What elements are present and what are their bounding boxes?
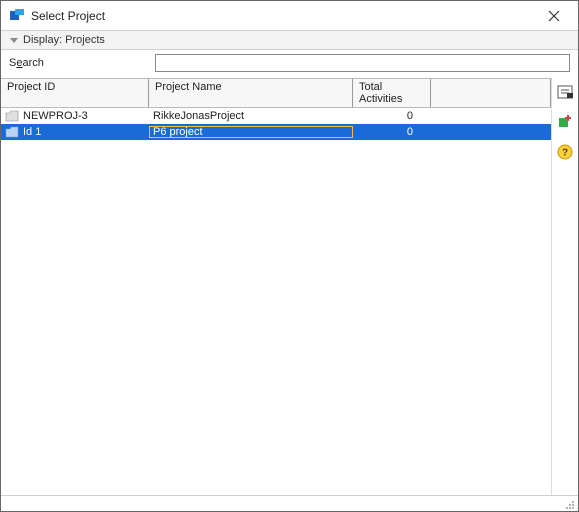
statusbar xyxy=(1,495,578,511)
search-input[interactable] xyxy=(155,54,570,72)
search-row: Search xyxy=(1,50,578,78)
project-grid: Project ID Project Name Total Activities… xyxy=(1,78,552,495)
cell-project-name: P6 project xyxy=(149,126,353,138)
cell-project-name: RikkeJonasProject xyxy=(149,110,353,122)
column-header-name[interactable]: Project Name xyxy=(149,79,353,107)
folder-icon xyxy=(5,126,19,138)
resize-grip[interactable] xyxy=(562,497,576,511)
display-label: Display: Projects xyxy=(23,34,105,46)
cell-text: 0 xyxy=(407,110,413,122)
help-icon: ? xyxy=(556,143,574,161)
table-row[interactable]: Id 1 P6 project 0 xyxy=(1,124,551,140)
select-icon xyxy=(556,83,574,101)
grid-header: Project ID Project Name Total Activities xyxy=(1,78,551,108)
grid-body: NEWPROJ-3 RikkeJonasProject 0 xyxy=(1,108,551,495)
select-button[interactable] xyxy=(555,82,575,102)
display-bar[interactable]: Display: Projects xyxy=(1,31,578,50)
close-button[interactable] xyxy=(536,4,572,28)
add-icon xyxy=(556,113,574,131)
cell-text: RikkeJonasProject xyxy=(153,110,244,122)
app-icon xyxy=(9,8,25,24)
window-title: Select Project xyxy=(31,9,536,23)
close-icon xyxy=(548,10,560,22)
cell-project-id: NEWPROJ-3 xyxy=(1,110,149,122)
search-label: Search xyxy=(9,57,149,69)
column-header-id[interactable]: Project ID xyxy=(1,79,149,107)
cell-text: Id 1 xyxy=(23,126,41,138)
folder-icon xyxy=(5,110,19,122)
svg-text:?: ? xyxy=(562,148,568,159)
chevron-down-icon xyxy=(9,35,19,45)
cell-text: P6 project xyxy=(153,126,203,138)
cell-activities: 0 xyxy=(353,110,431,122)
side-toolbar: ? xyxy=(552,78,578,495)
content-area: Project ID Project Name Total Activities… xyxy=(1,78,578,495)
add-button[interactable] xyxy=(555,112,575,132)
column-header-activities[interactable]: Total Activities xyxy=(353,79,431,107)
cell-text: NEWPROJ-3 xyxy=(23,110,88,122)
select-project-dialog: Select Project Display: Projects Search … xyxy=(0,0,579,512)
cell-text: 0 xyxy=(407,126,413,138)
titlebar: Select Project xyxy=(1,1,578,31)
cell-activities: 0 xyxy=(353,126,431,138)
help-button[interactable]: ? xyxy=(555,142,575,162)
column-header-spacer xyxy=(431,79,551,107)
table-row[interactable]: NEWPROJ-3 RikkeJonasProject 0 xyxy=(1,108,551,124)
cell-project-id: Id 1 xyxy=(1,126,149,138)
